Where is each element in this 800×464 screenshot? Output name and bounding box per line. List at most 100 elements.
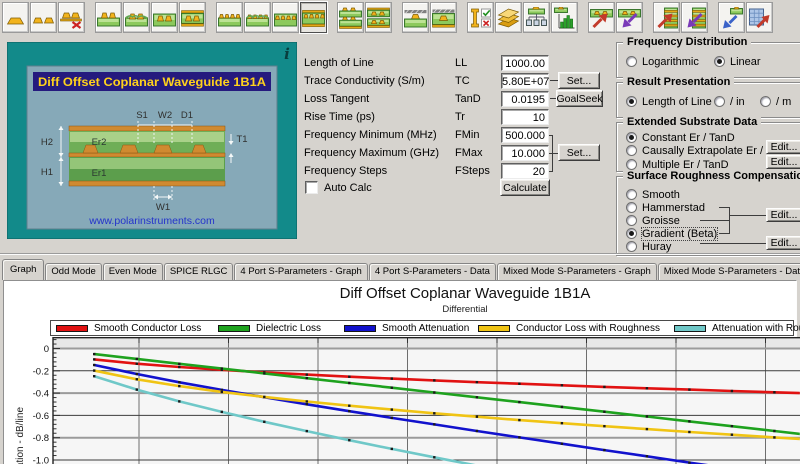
tab-spice-rlgc[interactable]: SPICE RLGC [164, 263, 234, 280]
tab-4port-sparams-graph[interactable]: 4 Port S-Parameters - Graph [234, 263, 367, 280]
toolbar-button-diff-surface-microstrip[interactable] [95, 2, 122, 33]
toolbar-button-microstrip-pair-removed[interactable] [58, 2, 85, 33]
radio-logarithmic[interactable]: Logarithmic [626, 55, 699, 68]
field-label-length-of-line: Length of Line [304, 57, 374, 69]
toolbar-button-copy-stack-out[interactable] [653, 2, 680, 33]
si9000-window: i Diff Offset Coplanar Waveguide 1B1A [0, 0, 800, 464]
radio-hammerstad[interactable]: Hammerstad [626, 201, 705, 214]
radio-label: Gradient (Beta) [642, 228, 717, 240]
toolbar-button-diff-offset-coplanar-stripline[interactable] [300, 2, 327, 33]
toolbar-button-copy-structure-out[interactable] [588, 2, 615, 33]
tab-graph[interactable]: Graph [2, 259, 44, 280]
connector-line [550, 98, 556, 99]
frequency-maximum-input[interactable]: 10.000 [501, 145, 549, 161]
tab-even-mode[interactable]: Even Mode [103, 263, 163, 280]
set-conductivity-button[interactable]: Set... [558, 72, 600, 89]
code-LL: LL [455, 57, 467, 69]
code-TC: TC [455, 75, 470, 87]
radio-per-inch[interactable]: / in [714, 95, 745, 108]
group-title: Frequency Distribution [623, 36, 751, 48]
dim-w1: W1 [156, 202, 170, 213]
toolbar-button-broadside-coupled-b[interactable] [365, 2, 392, 33]
website-link[interactable]: www.polarinstruments.com [88, 215, 215, 227]
radio-linear[interactable]: Linear [714, 55, 761, 68]
legend-label: Smooth Attenuation [382, 323, 469, 334]
toolbar-button-paste-structure-in[interactable] [616, 2, 643, 33]
legend-smooth-conductor-loss: Smooth Conductor Loss [56, 322, 201, 335]
toolbar-button-microstrip-pair[interactable] [30, 2, 57, 33]
edit-causally-button[interactable]: Edit... [766, 140, 800, 154]
tab-odd-mode[interactable]: Odd Mode [45, 263, 101, 280]
frequency-steps-input[interactable]: 20 [501, 163, 549, 179]
goalseek-button[interactable]: GoalSeek [556, 90, 603, 107]
connector-line [700, 243, 766, 244]
toolbar-button-diff-coplanar-surface[interactable] [216, 2, 243, 33]
radio-circle-icon [626, 132, 637, 143]
connector-line [549, 171, 552, 172]
code-FSteps: FSteps [455, 165, 490, 177]
info-icon[interactable]: i [284, 45, 290, 63]
radio-per-metre[interactable]: / m [760, 95, 791, 108]
legend-conductor-loss-roughness: Conductor Loss with Roughness [478, 322, 660, 335]
radio-gradient-beta[interactable]: Gradient (Beta) [626, 227, 717, 240]
legend-smooth-attenuation: Smooth Attenuation [344, 322, 469, 335]
tab-mixed-mode-sparams-graph[interactable]: Mixed Mode S-Parameters - Graph [497, 263, 657, 280]
legend-label: Dielectric Loss [256, 323, 321, 334]
radio-circle-icon [760, 96, 771, 107]
radio-length-of-line[interactable]: Length of Line [626, 95, 712, 108]
edit-roughness-button[interactable]: Edit... [766, 208, 800, 222]
code-Tr: Tr [455, 111, 465, 123]
broadside-coupled-b-icon [366, 7, 391, 29]
svg-text:-0.2: -0.2 [33, 366, 49, 377]
radio-huray[interactable]: Huray [626, 240, 671, 253]
toolbar-button-diff-coplanar-embedded[interactable] [272, 2, 299, 33]
radio-label: Multiple Er / TanD [642, 159, 729, 171]
toolbar-button-hatched-ground-microstrip[interactable] [402, 2, 429, 33]
auto-calc-checkbox[interactable] [305, 181, 318, 194]
toolbar-button-surface-microstrip[interactable] [2, 2, 29, 33]
tolerance-analysis-icon [468, 7, 493, 29]
group-title: Result Presentation [623, 76, 734, 88]
connector-line [700, 220, 730, 221]
toolbar-button-structure-browser[interactable] [523, 2, 550, 33]
dim-d1: D1 [181, 110, 193, 121]
set-frequency-button[interactable]: Set... [558, 144, 600, 161]
structure-toolbar [2, 2, 773, 33]
toolbar-button-diff-embedded-microstrip[interactable] [151, 2, 178, 33]
toolbar-button-tolerance-analysis[interactable] [467, 2, 494, 33]
loss-tangent-input[interactable]: 0.0195 [501, 91, 549, 107]
field-label-frequency-minimum: Frequency Minimum (MHz) [304, 129, 437, 141]
legend-label: Attenuation with Roughness [712, 323, 800, 334]
edit-huray-button[interactable]: Edit... [766, 236, 800, 250]
frequency-minimum-input[interactable]: 500.000 [501, 127, 549, 143]
connector-line [550, 80, 558, 81]
toolbar-button-import-values[interactable] [718, 2, 745, 33]
toolbar-button-diff-coated-microstrip[interactable] [123, 2, 150, 33]
section-divider [0, 253, 800, 255]
toolbar-button-sensitivity-analysis[interactable] [551, 2, 578, 33]
edit-multiple-button[interactable]: Edit... [766, 155, 800, 169]
trace-conductivity-input[interactable]: 5.80E+07 [501, 73, 549, 89]
tab-mixed-mode-sparams-data[interactable]: Mixed Mode S-Parameters - Data [658, 263, 800, 280]
calculate-button[interactable]: Calculate [500, 179, 550, 196]
radio-circle-icon [626, 145, 637, 156]
toolbar-button-excel-export[interactable] [746, 2, 773, 33]
toolbar-button-broadside-coupled-a[interactable] [337, 2, 364, 33]
radio-label: / in [730, 96, 745, 108]
radio-circle-icon [626, 202, 637, 213]
toolbar-button-hatched-ground-stripline[interactable] [430, 2, 457, 33]
radio-circle-icon [626, 189, 637, 200]
radio-constant-er-tand[interactable]: Constant Er / TanD [626, 131, 735, 144]
toolbar-button-view-3d[interactable] [495, 2, 522, 33]
toolbar-button-diff-stripline[interactable] [179, 2, 206, 33]
toolbar-button-paste-stack-in[interactable] [681, 2, 708, 33]
radio-label: Logarithmic [642, 56, 699, 68]
toolbar-button-diff-coplanar-coated[interactable] [244, 2, 271, 33]
tab-4port-sparams-data[interactable]: 4 Port S-Parameters - Data [369, 263, 496, 280]
radio-circle-icon [626, 159, 637, 170]
length-of-line-input[interactable]: 1000.00 [501, 55, 549, 71]
radio-groisse[interactable]: Groisse [626, 214, 680, 227]
rise-time-input[interactable]: 10 [501, 109, 549, 125]
radio-smooth[interactable]: Smooth [626, 188, 680, 201]
code-FMin: FMin [455, 129, 479, 141]
